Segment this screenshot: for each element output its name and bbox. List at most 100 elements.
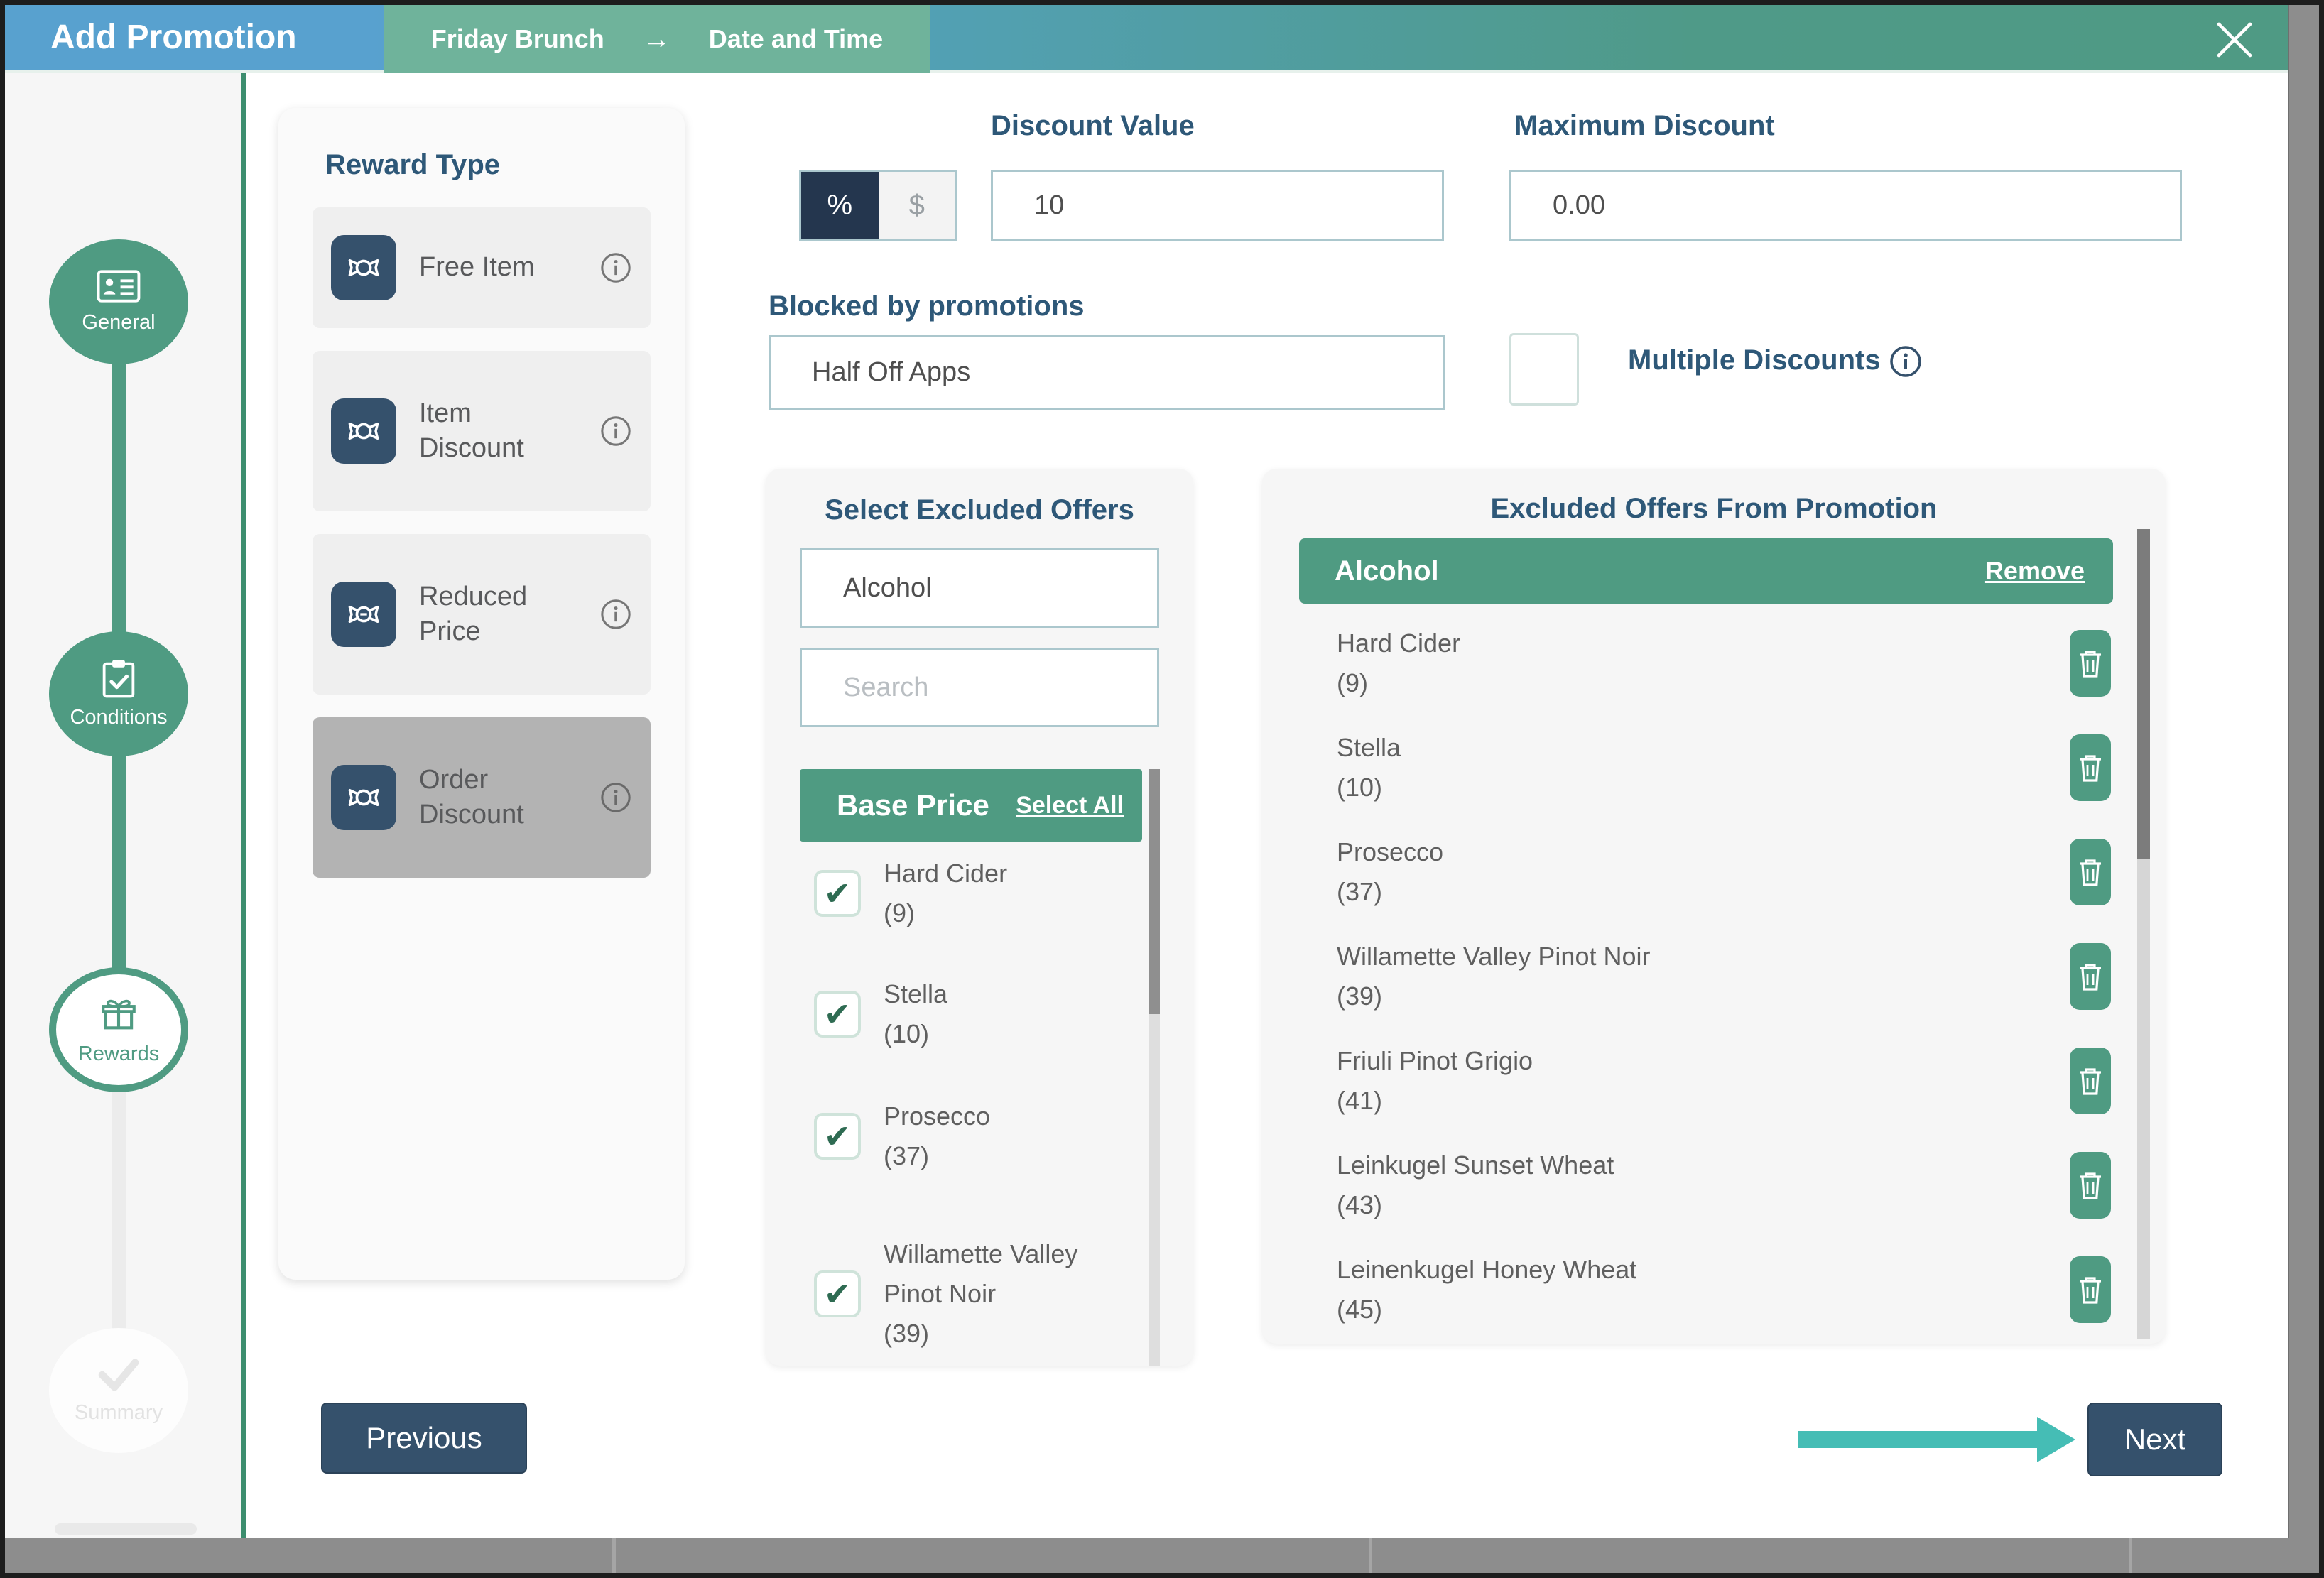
previous-button[interactable]: Previous xyxy=(321,1403,527,1474)
group-label: Base Price xyxy=(837,788,989,822)
trash-icon[interactable] xyxy=(2070,839,2111,905)
price-tag-icon xyxy=(331,582,396,647)
background-bar-divider xyxy=(2129,1538,2132,1573)
check-icon xyxy=(94,1356,143,1397)
offer-count: (37) xyxy=(1337,877,1382,906)
sidebar-divider xyxy=(241,73,246,1538)
page-title: Add Promotion xyxy=(50,5,297,73)
stepper-step-label: Rewards xyxy=(78,1043,159,1066)
checkbox-checked-icon[interactable]: ✔ xyxy=(814,1270,861,1317)
excluded-offers-title: Excluded Offers From Promotion xyxy=(1262,493,2166,525)
offer-count: (39) xyxy=(884,1319,929,1348)
clipboard-check-icon xyxy=(100,658,137,702)
sidebar-scrollbar-thumb[interactable] xyxy=(55,1523,197,1535)
gift-icon xyxy=(98,994,139,1038)
stepper-step-general[interactable]: General xyxy=(49,239,188,364)
excluded-group-label: Alcohol xyxy=(1335,555,1439,587)
stepper-step-summary: Summary xyxy=(49,1328,188,1453)
close-icon[interactable] xyxy=(2211,16,2258,63)
offer-count: (9) xyxy=(1337,668,1368,697)
reward-type-title: Reward Type xyxy=(325,149,500,181)
next-button[interactable]: Next xyxy=(2087,1403,2222,1476)
breadcrumb-current-step: Date and Time xyxy=(709,24,883,54)
info-icon[interactable] xyxy=(599,415,632,447)
multiple-discounts-checkbox[interactable] xyxy=(1509,333,1579,406)
offer-name: Prosecco xyxy=(884,1101,990,1131)
offers-list-scrollbar-thumb[interactable] xyxy=(1149,769,1160,1014)
candy-icon xyxy=(331,235,396,300)
offer-count: (10) xyxy=(884,1019,929,1048)
reward-option-label: Free Item xyxy=(419,250,582,285)
breadcrumb-arrow-icon: → xyxy=(642,23,670,55)
offer-checkbox-row[interactable]: ✔ Stella (10) xyxy=(814,974,1141,1054)
offer-count: (41) xyxy=(1337,1086,1382,1115)
breadcrumb-promotion-name: Friday Brunch xyxy=(431,24,604,54)
checkbox-checked-icon[interactable]: ✔ xyxy=(814,991,861,1038)
checkbox-checked-icon[interactable]: ✔ xyxy=(814,1113,861,1160)
reward-option-label: Order Discount xyxy=(419,763,582,833)
info-icon[interactable] xyxy=(599,251,632,284)
trash-icon[interactable] xyxy=(2070,1152,2111,1219)
discount-value-input[interactable] xyxy=(991,170,1444,241)
excluded-offer-row: Prosecco(37) xyxy=(1337,820,2118,924)
excluded-list-scrollbar-thumb[interactable] xyxy=(2137,529,2150,859)
select-excluded-title: Select Excluded Offers xyxy=(766,494,1193,526)
excluded-offer-row: Willamette Valley Pinot Noir(39) xyxy=(1337,924,2118,1028)
reward-option-label: Reduced Price xyxy=(419,579,582,650)
reward-option-reduced-price[interactable]: Reduced Price xyxy=(313,534,651,695)
reward-option-order-discount[interactable]: Order Discount xyxy=(313,717,651,878)
reward-type-card: Reward Type Free Item Item Discount xyxy=(278,108,685,1280)
offer-name: Stella xyxy=(884,979,947,1008)
offer-count: (39) xyxy=(1337,981,1382,1011)
excluded-offer-row: Hard Cider (9) xyxy=(1337,611,2118,715)
excluded-offers-panel: Excluded Offers From Promotion Alcohol R… xyxy=(1262,469,2166,1344)
offer-checkbox-row[interactable]: ✔ Hard Cider (9) xyxy=(814,854,1141,933)
maximum-discount-input[interactable] xyxy=(1509,170,2182,241)
offer-checkbox-row[interactable]: ✔ Willamette Valley Pinot Noir(39) xyxy=(814,1234,1141,1353)
excluded-offer-row: Leinenkugel Honey Wheat(45) xyxy=(1337,1237,2118,1342)
offer-count: (10) xyxy=(1337,773,1382,802)
stepper-step-label: Conditions xyxy=(70,706,167,729)
breadcrumb: Friday Brunch → Date and Time xyxy=(384,5,930,73)
remove-group-link[interactable]: Remove xyxy=(1985,556,2085,586)
modal-header: Add Promotion Friday Brunch → Date and T… xyxy=(5,5,2288,73)
offer-count: (9) xyxy=(884,898,915,927)
trash-icon[interactable] xyxy=(2070,630,2111,697)
background-page-bar xyxy=(5,1538,2319,1573)
stepper-step-conditions[interactable]: Conditions xyxy=(49,631,188,756)
offer-count: (43) xyxy=(1337,1190,1382,1219)
trash-icon[interactable] xyxy=(2070,734,2111,801)
blocked-by-promotions-input[interactable] xyxy=(769,335,1445,410)
category-input[interactable] xyxy=(800,548,1159,628)
offer-name: Leinkugel Sunset Wheat xyxy=(1337,1150,1614,1180)
trash-icon[interactable] xyxy=(2070,1048,2111,1114)
reward-option-free-item[interactable]: Free Item xyxy=(313,207,651,328)
excluded-offer-row: Stella (10) xyxy=(1337,715,2118,820)
offer-name: Friuli Pinot Grigio xyxy=(1337,1046,1533,1075)
trash-icon[interactable] xyxy=(2070,1256,2111,1323)
reward-option-label: Item Discount xyxy=(419,396,582,467)
reward-option-item-discount[interactable]: Item Discount xyxy=(313,351,651,511)
offer-name: Hard Cider xyxy=(1337,629,1460,658)
offer-name: Hard Cider xyxy=(884,859,1007,888)
offer-count: (37) xyxy=(884,1141,929,1170)
search-input[interactable] xyxy=(800,648,1159,727)
offer-checkbox-row[interactable]: ✔ Prosecco (37) xyxy=(814,1097,1141,1176)
info-icon[interactable] xyxy=(599,598,632,631)
pointer-arrowhead-icon xyxy=(2037,1417,2075,1462)
info-icon[interactable] xyxy=(1889,344,1923,382)
maximum-discount-label: Maximum Discount xyxy=(1514,110,1775,142)
checkbox-checked-icon[interactable]: ✔ xyxy=(814,870,861,917)
blocked-by-promotions-label: Blocked by promotions xyxy=(769,290,1085,322)
page-scrollbar[interactable] xyxy=(2288,5,2319,1573)
background-bar-divider xyxy=(1369,1538,1372,1573)
percent-toggle-button[interactable]: % xyxy=(801,172,879,239)
select-all-link[interactable]: Select All xyxy=(1016,792,1124,820)
stepper-step-rewards[interactable]: Rewards xyxy=(49,967,188,1092)
offer-name: Stella xyxy=(1337,733,1401,762)
offer-count: (45) xyxy=(1337,1295,1382,1324)
stepper-step-label: Summary xyxy=(75,1401,163,1425)
trash-icon[interactable] xyxy=(2070,943,2111,1010)
dollar-toggle-button[interactable]: $ xyxy=(879,172,956,239)
info-icon[interactable] xyxy=(599,781,632,814)
